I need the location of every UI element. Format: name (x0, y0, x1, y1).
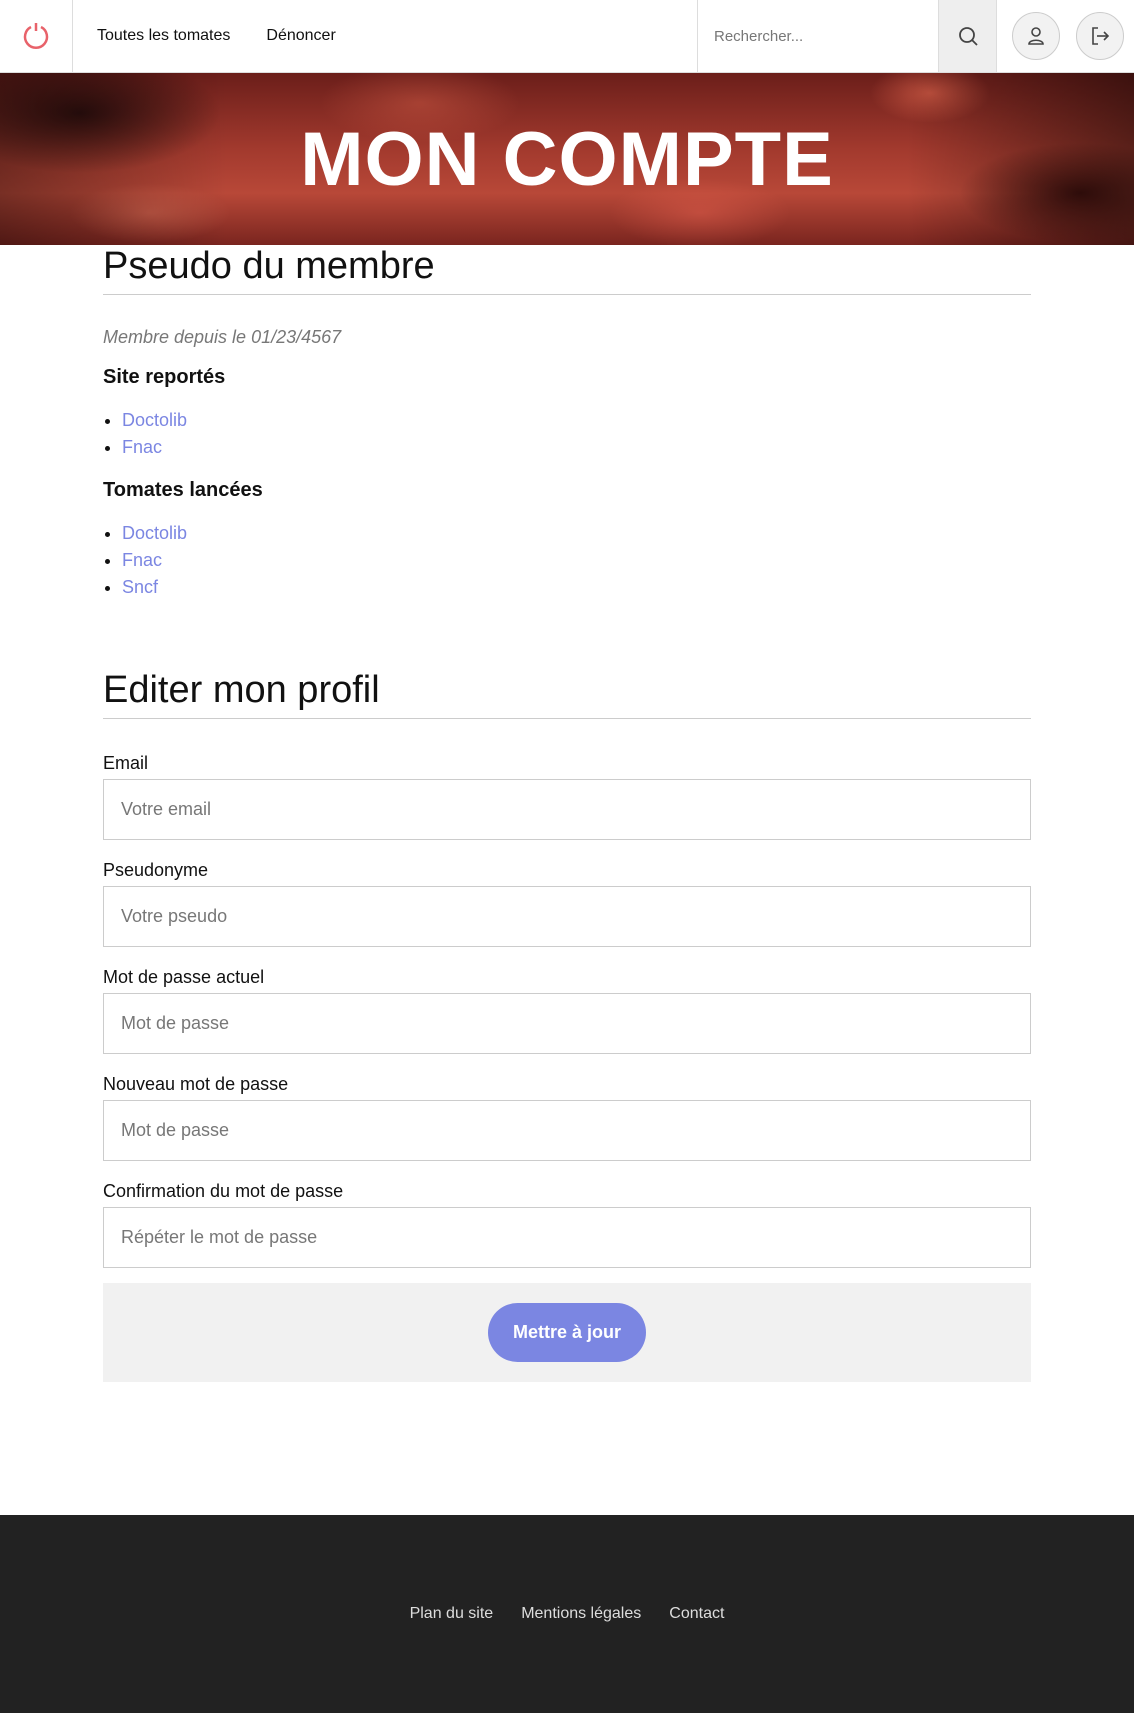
reported-site-link[interactable]: Fnac (122, 437, 162, 457)
new-password-field-group: Nouveau mot de passe (103, 1074, 1031, 1161)
list-item: Fnac (122, 434, 1031, 461)
new-password-label: Nouveau mot de passe (103, 1074, 289, 1094)
submit-area: Mettre à jour (103, 1283, 1031, 1382)
current-password-label: Mot de passe actuel (103, 967, 265, 987)
hero-banner: MON COMPTE (0, 73, 1134, 245)
email-field[interactable] (103, 779, 1031, 840)
reported-sites-list: Doctolib Fnac (103, 407, 1031, 461)
reported-sites-title: Site reportés (103, 366, 226, 388)
launched-site-link[interactable]: Sncf (122, 577, 158, 597)
search-box (697, 0, 938, 72)
list-item: Doctolib (122, 407, 1031, 434)
launched-site-link[interactable]: Fnac (122, 550, 162, 570)
nav-link-report[interactable]: Dénoncer (266, 27, 335, 45)
search-button[interactable] (938, 0, 996, 72)
confirm-password-field-group: Confirmation du mot de passe (103, 1181, 1031, 1268)
list-item: Sncf (122, 574, 1031, 601)
logout-button[interactable] (1076, 12, 1124, 60)
list-item: Doctolib (122, 520, 1031, 547)
footer: Plan du site Mentions légales Contact (0, 1515, 1134, 1713)
power-icon (23, 23, 49, 50)
current-password-field-group: Mot de passe actuel (103, 967, 1031, 1054)
update-button[interactable]: Mettre à jour (488, 1303, 646, 1362)
current-password-field[interactable] (103, 993, 1031, 1054)
pseudo-field[interactable] (103, 886, 1031, 947)
footer-link-sitemap[interactable]: Plan du site (410, 1605, 494, 1623)
edit-profile-title: Editer mon profil (103, 669, 1031, 719)
launched-tomatoes-list: Doctolib Fnac Sncf (103, 520, 1031, 601)
launched-site-link[interactable]: Doctolib (122, 523, 187, 543)
edit-profile-form: Email Pseudonyme Mot de passe actuel Nou… (103, 753, 1031, 1382)
search-input[interactable] (698, 27, 938, 45)
logo[interactable] (0, 0, 73, 72)
list-item: Fnac (122, 547, 1031, 574)
member-pseudo: Pseudo du membre (103, 245, 1031, 295)
new-password-field[interactable] (103, 1100, 1031, 1161)
confirm-password-label: Confirmation du mot de passe (103, 1181, 344, 1201)
member-since: Membre depuis le 01/23/4567 (103, 327, 342, 347)
footer-link-legal[interactable]: Mentions légales (521, 1605, 641, 1623)
email-label: Email (103, 753, 149, 773)
top-navbar: Toutes les tomates Dénoncer (0, 0, 1134, 73)
search-icon (958, 27, 978, 46)
main-content: Pseudo du membre Membre depuis le 01/23/… (103, 245, 1031, 1382)
pseudo-field-group: Pseudonyme (103, 860, 1031, 947)
confirm-password-field[interactable] (103, 1207, 1031, 1268)
launched-tomatoes-title: Tomates lancées (103, 479, 263, 501)
page-title: MON COMPTE (300, 116, 834, 202)
reported-site-link[interactable]: Doctolib (122, 410, 187, 430)
footer-link-contact[interactable]: Contact (669, 1605, 724, 1623)
pseudo-label: Pseudonyme (103, 860, 209, 880)
nav-links: Toutes les tomates Dénoncer (73, 0, 697, 72)
email-field-group: Email (103, 753, 1031, 840)
user-icon (1028, 27, 1044, 45)
logout-icon (1092, 27, 1110, 45)
account-button[interactable] (1012, 12, 1060, 60)
user-actions (996, 0, 1134, 72)
nav-link-all-tomatoes[interactable]: Toutes les tomates (97, 27, 230, 45)
